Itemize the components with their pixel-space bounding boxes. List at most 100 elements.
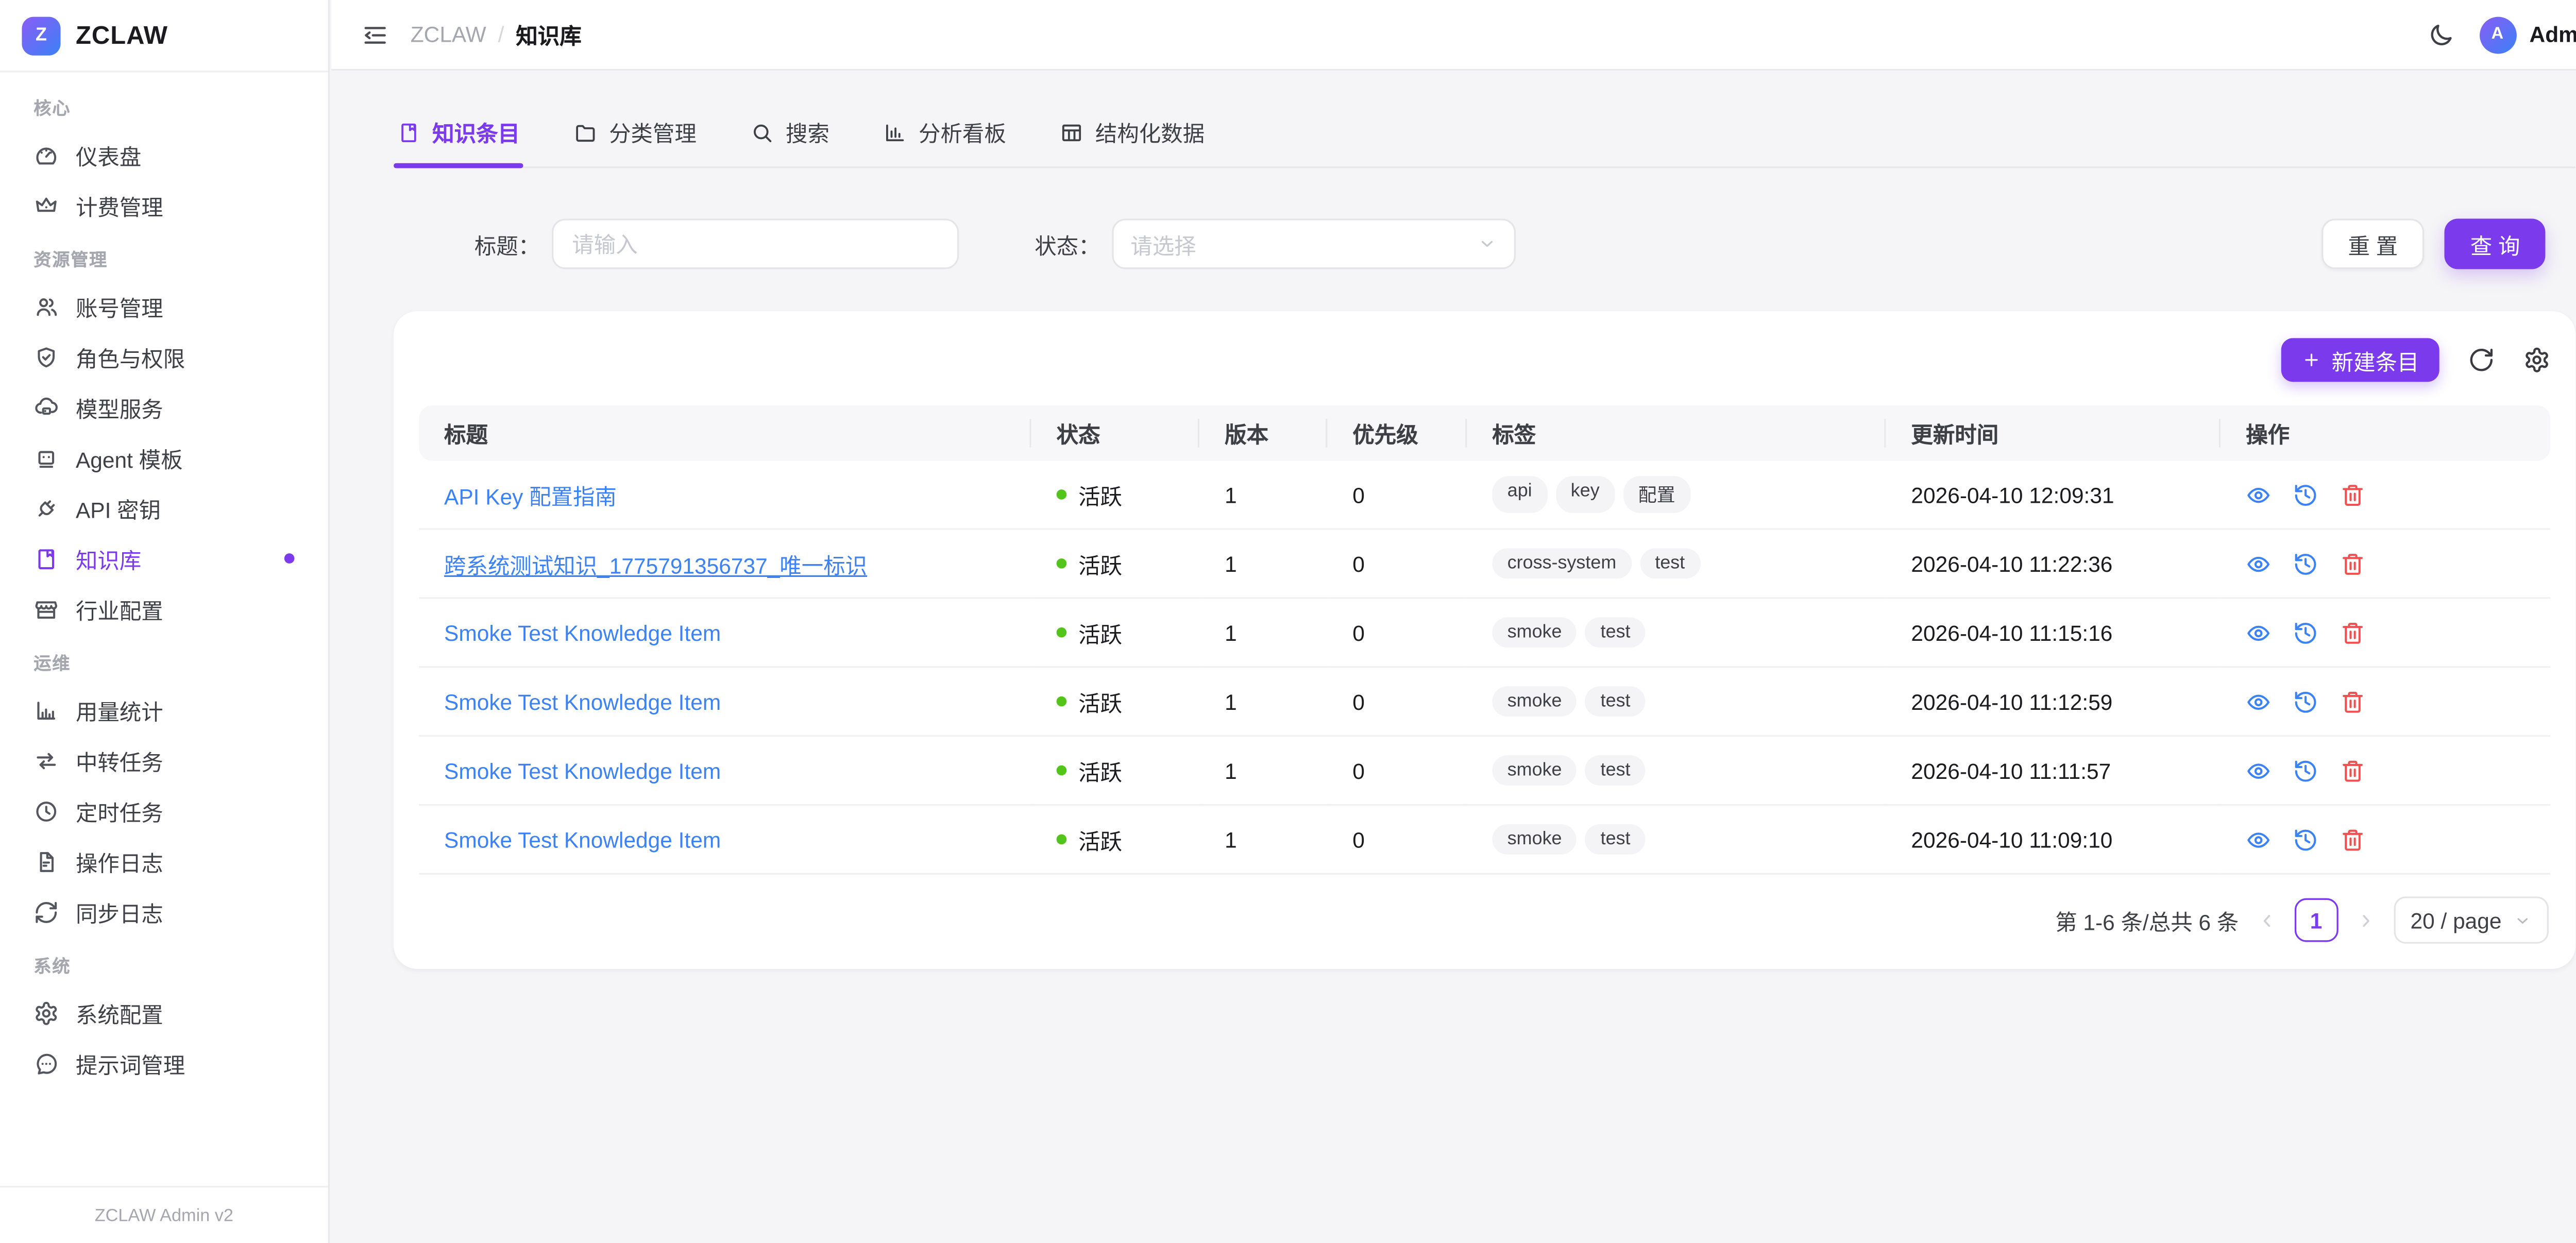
view-button[interactable] [2246, 827, 2271, 852]
sidebar-item-label: 系统配置 [76, 997, 163, 1029]
status-badge: 活跃 [1057, 479, 1175, 510]
main-area: ZCLAW / 知识库 A Admin 知识条目分类管理搜索分析看板结构化数据 … [331, 0, 2576, 1243]
sidebar-item-dashboard[interactable]: 仪表盘 [17, 129, 311, 180]
history-icon [2293, 482, 2318, 507]
chevron-down-icon [1477, 234, 1497, 254]
delete-button[interactable] [2340, 482, 2365, 507]
status-badge: 活跃 [1057, 686, 1175, 718]
tab-search[interactable]: 搜索 [747, 106, 833, 167]
sidebar-item-agent-templates[interactable]: Agent 模板 [17, 432, 311, 483]
sidebar-item-model-service[interactable]: 模型服务 [17, 382, 311, 432]
sidebar-item-label: 定时任务 [76, 795, 163, 827]
refresh-icon [2468, 347, 2495, 373]
sidebar-item-billing[interactable]: 计费管理 [17, 180, 311, 230]
chevron-left-icon [2256, 909, 2277, 931]
new-item-button[interactable]: 新建条目 [2281, 338, 2439, 382]
view-button[interactable] [2246, 482, 2271, 507]
history-button[interactable] [2293, 689, 2318, 714]
chart-bars-icon [33, 697, 59, 722]
sidebar-item-accounts[interactable]: 账号管理 [17, 281, 311, 331]
chevron-right-icon [2355, 909, 2377, 931]
reset-button[interactable]: 重 置 [2321, 218, 2425, 269]
top-header: ZCLAW / 知识库 A Admin [331, 0, 2576, 71]
updated-time-cell: 2026-04-10 11:22:36 [1886, 529, 2221, 598]
sidebar-section: 核心仪表盘计费管理 [17, 79, 311, 230]
sidebar-item-industry-config[interactable]: 行业配置 [17, 584, 311, 634]
user-menu[interactable]: A Admin [2479, 16, 2576, 53]
chevron-left-icon[interactable] [2256, 909, 2277, 931]
breadcrumb-root[interactable]: ZCLAW [411, 22, 486, 47]
title-filter-input[interactable] [552, 218, 959, 269]
updated-time-cell: 2026-04-10 11:12:59 [1886, 667, 2221, 736]
row-title-link[interactable]: Smoke Test Knowledge Item [444, 827, 721, 852]
status-dot-icon [1057, 835, 1067, 845]
view-button[interactable] [2246, 689, 2271, 714]
view-icon [2246, 620, 2271, 645]
history-button[interactable] [2293, 620, 2318, 645]
sidebar-item-scheduled-tasks[interactable]: 定时任务 [17, 786, 311, 836]
history-button[interactable] [2293, 758, 2318, 783]
row-title-link[interactable]: 跨系统测试知识_1775791356737_唯一标识 [444, 553, 867, 578]
sidebar-item-sync-logs[interactable]: 同步日志 [17, 887, 311, 937]
sidebar-item-label: 模型服务 [76, 391, 163, 423]
store-icon [33, 597, 59, 622]
table-row: 跨系统测试知识_1775791356737_唯一标识活跃10cross-syst… [419, 529, 2550, 598]
row-actions [2246, 482, 2525, 507]
status-filter-select[interactable]: 请选择 [1112, 218, 1516, 269]
view-button[interactable] [2246, 620, 2271, 645]
pagination: 第 1-6 条/总共 6 条 1 20 / page [419, 875, 2550, 959]
view-button[interactable] [2246, 551, 2271, 576]
delete-button[interactable] [2340, 827, 2365, 852]
table-settings-button[interactable] [2523, 347, 2550, 373]
page-size-select[interactable]: 20 / page [2394, 896, 2549, 943]
tab-structured-data[interactable]: 结构化数据 [1057, 106, 1208, 167]
row-actions [2246, 551, 2525, 576]
book-icon [397, 120, 421, 144]
sidebar-item-roles-permissions[interactable]: 角色与权限 [17, 331, 311, 382]
view-icon [2246, 689, 2271, 714]
file-icon [33, 848, 59, 874]
plug-icon [33, 496, 59, 521]
status-badge: 活跃 [1057, 754, 1175, 786]
sidebar-collapse-button[interactable] [362, 21, 388, 48]
chevron-right-icon[interactable] [2355, 909, 2377, 931]
table-card: 新建条目 标题状态版本优先级标签更新时间操作 API Key 配置指南活跃10a… [394, 311, 2575, 969]
tag-list: smoketest [1492, 686, 1860, 717]
folder-icon [574, 120, 598, 144]
delete-icon [2340, 551, 2365, 576]
delete-button[interactable] [2340, 689, 2365, 714]
row-title-link[interactable]: Smoke Test Knowledge Item [444, 620, 721, 645]
tag: smoke [1492, 617, 1577, 648]
tab-category-management[interactable]: 分类管理 [570, 106, 700, 167]
sidebar-item-operation-logs[interactable]: 操作日志 [17, 836, 311, 887]
page-number-button[interactable]: 1 [2294, 898, 2338, 942]
tag-list: smoketest [1492, 824, 1860, 855]
query-button[interactable]: 查 询 [2445, 218, 2546, 269]
refresh-button[interactable] [2468, 347, 2495, 373]
view-button[interactable] [2246, 758, 2271, 783]
row-title-link[interactable]: Smoke Test Knowledge Item [444, 689, 721, 714]
tab-knowledge-items[interactable]: 知识条目 [394, 106, 523, 167]
book-icon [33, 546, 59, 571]
row-title-link[interactable]: Smoke Test Knowledge Item [444, 758, 721, 783]
history-button[interactable] [2293, 827, 2318, 852]
sidebar-item-prompt-management[interactable]: 提示词管理 [17, 1038, 311, 1088]
history-button[interactable] [2293, 482, 2318, 507]
brand: Z ZCLAW [0, 0, 328, 72]
table-row: Smoke Test Knowledge Item活跃10smoketest20… [419, 667, 2550, 736]
tab-analytics-board[interactable]: 分析看板 [880, 106, 1009, 167]
delete-icon [2340, 620, 2365, 645]
sidebar-item-usage-stats[interactable]: 用量统计 [17, 685, 311, 735]
view-icon [2246, 551, 2271, 576]
history-button[interactable] [2293, 551, 2318, 576]
sidebar-item-api-keys[interactable]: API 密钥 [17, 483, 311, 533]
delete-button[interactable] [2340, 620, 2365, 645]
sidebar-item-knowledge-base[interactable]: 知识库 [17, 533, 311, 584]
row-title-link[interactable]: API Key 配置指南 [444, 484, 617, 509]
dark-mode-toggle[interactable] [2427, 21, 2453, 48]
delete-button[interactable] [2340, 551, 2365, 576]
sidebar-item-system-config[interactable]: 系统配置 [17, 987, 311, 1038]
delete-button[interactable] [2340, 758, 2365, 783]
user-name: Admin [2530, 22, 2576, 47]
sidebar-item-relay-tasks[interactable]: 中转任务 [17, 735, 311, 786]
